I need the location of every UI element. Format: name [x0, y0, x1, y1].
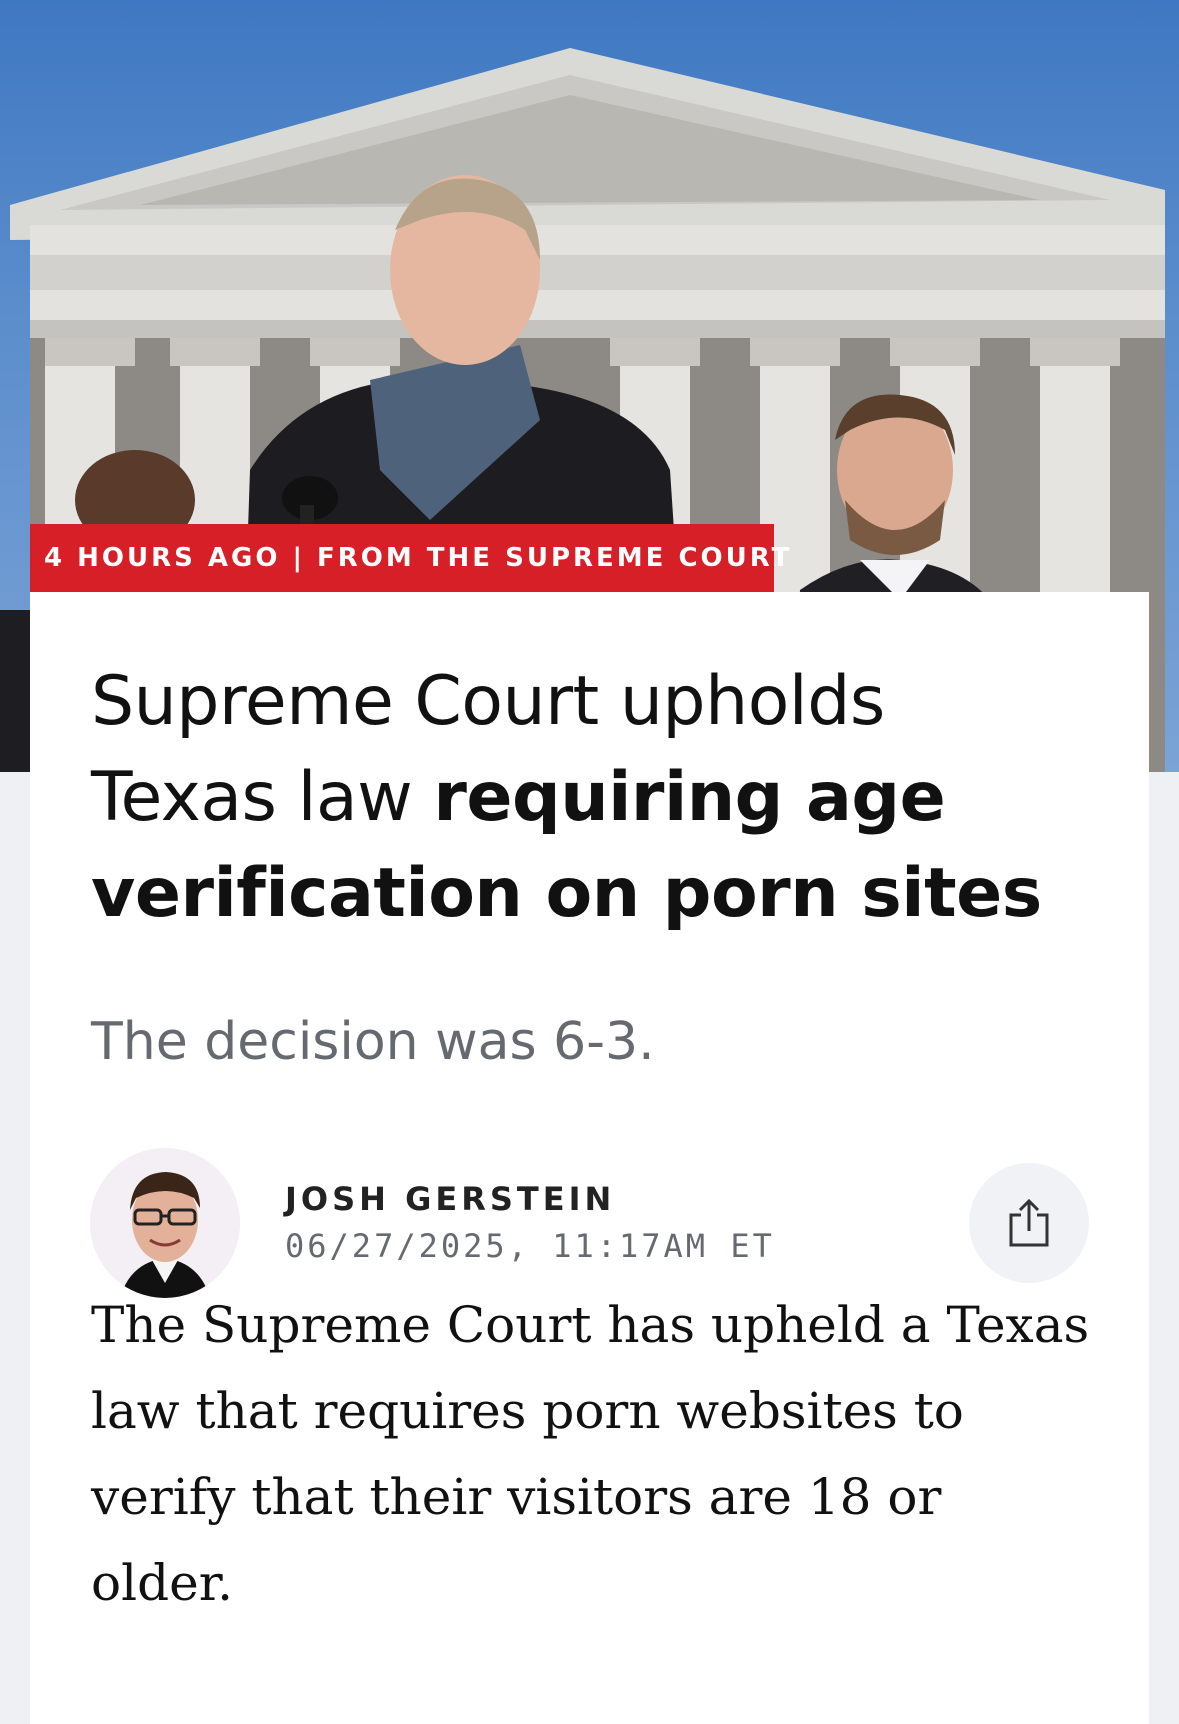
headline: Supreme Court upholds Texas law requirin… — [91, 654, 1091, 942]
dek: The decision was 6-3. — [91, 1012, 655, 1072]
share-icon — [1009, 1198, 1049, 1247]
author-name[interactable]: JOSH GERSTEIN — [285, 1180, 615, 1218]
publish-date: 06/27/2025, 11:17AM ET — [285, 1227, 775, 1265]
share-button[interactable] — [969, 1163, 1089, 1283]
section-label: FROM THE SUPREME COURT — [316, 543, 793, 573]
tag-separator: | — [292, 543, 305, 573]
article-meta-tag[interactable]: 4 HOURS AGO | FROM THE SUPREME COURT — [30, 524, 789, 592]
article-card: Supreme Court upholds Texas law requirin… — [30, 592, 1149, 1724]
time-ago-label: 4 HOURS AGO — [44, 543, 281, 573]
author-photo — [90, 1148, 240, 1298]
author-avatar[interactable] — [90, 1148, 240, 1298]
article-body: The Supreme Court has upheld a Texas law… — [91, 1296, 1090, 1612]
